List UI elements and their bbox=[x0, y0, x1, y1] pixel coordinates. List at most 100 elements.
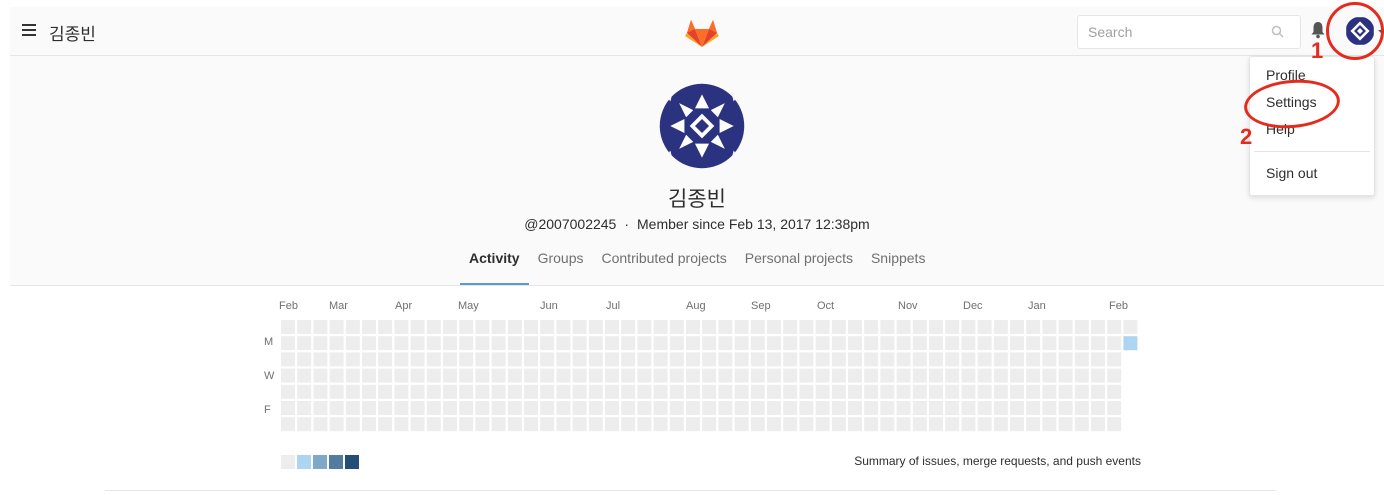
calendar-day-cell[interactable] bbox=[686, 368, 700, 383]
calendar-day-cell[interactable] bbox=[507, 384, 522, 399]
calendar-day-cell[interactable] bbox=[345, 320, 360, 334]
calendar-day-cell[interactable] bbox=[329, 368, 344, 383]
calendar-day-cell[interactable] bbox=[475, 336, 490, 351]
calendar-day-cell[interactable] bbox=[556, 352, 571, 367]
calendar-day-cell[interactable] bbox=[459, 417, 474, 432]
calendar-day-cell[interactable] bbox=[945, 352, 960, 367]
calendar-day-cell[interactable] bbox=[653, 384, 668, 399]
calendar-day-cell[interactable] bbox=[540, 336, 555, 351]
calendar-day-cell[interactable] bbox=[329, 352, 344, 367]
calendar-day-cell[interactable] bbox=[912, 417, 927, 432]
calendar-day-cell[interactable] bbox=[1074, 401, 1089, 415]
calendar-day-cell[interactable] bbox=[831, 368, 846, 383]
calendar-day-cell[interactable] bbox=[977, 336, 992, 351]
calendar-day-cell[interactable] bbox=[734, 401, 749, 415]
calendar-day-cell[interactable] bbox=[637, 320, 652, 334]
calendar-day-cell[interactable] bbox=[896, 401, 911, 415]
calendar-day-cell[interactable] bbox=[718, 417, 733, 432]
calendar-day-cell[interactable] bbox=[1010, 352, 1024, 367]
calendar-day-cell[interactable] bbox=[880, 368, 895, 383]
calendar-day-cell[interactable] bbox=[702, 336, 717, 351]
calendar-day-cell[interactable] bbox=[621, 320, 636, 334]
calendar-day-cell[interactable] bbox=[1042, 384, 1057, 399]
calendar-day-cell[interactable] bbox=[426, 401, 441, 415]
calendar-day-cell[interactable] bbox=[1074, 320, 1089, 334]
calendar-day-cell[interactable] bbox=[459, 336, 474, 351]
calendar-day-cell[interactable] bbox=[491, 384, 506, 399]
calendar-day-cell[interactable] bbox=[572, 384, 587, 399]
calendar-day-cell[interactable] bbox=[572, 417, 587, 432]
calendar-day-cell[interactable] bbox=[329, 384, 344, 399]
calendar-day-cell[interactable] bbox=[734, 336, 749, 351]
calendar-day-cell[interactable] bbox=[378, 384, 393, 399]
calendar-day-cell[interactable] bbox=[491, 352, 506, 367]
calendar-day-cell[interactable] bbox=[669, 336, 684, 351]
calendar-day-cell[interactable] bbox=[799, 368, 814, 383]
calendar-day-cell[interactable] bbox=[475, 352, 490, 367]
calendar-day-cell[interactable] bbox=[345, 368, 360, 383]
calendar-day-cell[interactable] bbox=[799, 401, 814, 415]
calendar-day-cell[interactable] bbox=[864, 384, 879, 399]
calendar-day-cell[interactable] bbox=[1058, 384, 1073, 399]
calendar-day-cell[interactable] bbox=[329, 417, 344, 432]
calendar-day-cell[interactable] bbox=[702, 352, 717, 367]
calendar-day-cell[interactable] bbox=[734, 368, 749, 383]
calendar-day-cell[interactable] bbox=[896, 384, 911, 399]
calendar-day-cell[interactable] bbox=[426, 417, 441, 432]
calendar-day-cell[interactable] bbox=[588, 417, 603, 432]
calendar-day-cell[interactable] bbox=[588, 401, 603, 415]
calendar-day-cell[interactable] bbox=[993, 384, 1008, 399]
calendar-day-cell[interactable] bbox=[767, 336, 781, 351]
calendar-day-cell[interactable] bbox=[443, 336, 457, 351]
calendar-day-cell[interactable] bbox=[750, 368, 765, 383]
calendar-day-cell[interactable] bbox=[637, 401, 652, 415]
calendar-day-cell[interactable] bbox=[297, 368, 312, 383]
calendar-day-cell[interactable] bbox=[831, 336, 846, 351]
calendar-day-cell[interactable] bbox=[912, 320, 927, 334]
calendar-day-cell[interactable] bbox=[394, 320, 409, 334]
calendar-day-cell[interactable] bbox=[961, 384, 976, 399]
calendar-day-cell[interactable] bbox=[929, 352, 943, 367]
calendar-day-cell[interactable] bbox=[815, 417, 830, 432]
calendar-day-cell[interactable] bbox=[621, 368, 636, 383]
calendar-day-cell[interactable] bbox=[880, 401, 895, 415]
calendar-day-cell[interactable] bbox=[637, 336, 652, 351]
calendar-day-cell[interactable] bbox=[783, 352, 798, 367]
calendar-day-cell[interactable] bbox=[669, 384, 684, 399]
calendar-day-cell[interactable] bbox=[783, 368, 798, 383]
calendar-day-cell[interactable] bbox=[686, 352, 700, 367]
calendar-day-cell[interactable] bbox=[281, 384, 295, 399]
calendar-day-cell[interactable] bbox=[1042, 417, 1057, 432]
calendar-day-cell[interactable] bbox=[540, 320, 555, 334]
calendar-day-cell[interactable] bbox=[1091, 401, 1105, 415]
calendar-day-cell[interactable] bbox=[475, 417, 490, 432]
calendar-day-cell[interactable] bbox=[556, 417, 571, 432]
calendar-day-cell[interactable] bbox=[912, 368, 927, 383]
calendar-day-cell[interactable] bbox=[653, 320, 668, 334]
calendar-day-cell[interactable] bbox=[459, 352, 474, 367]
calendar-day-cell[interactable] bbox=[1026, 368, 1041, 383]
calendar-day-cell[interactable] bbox=[1026, 336, 1041, 351]
calendar-day-cell[interactable] bbox=[750, 401, 765, 415]
calendar-day-cell[interactable] bbox=[961, 368, 976, 383]
calendar-day-cell[interactable] bbox=[702, 320, 717, 334]
calendar-day-cell[interactable] bbox=[572, 320, 587, 334]
calendar-day-cell[interactable] bbox=[815, 352, 830, 367]
calendar-day-cell[interactable] bbox=[653, 401, 668, 415]
calendar-day-cell[interactable] bbox=[1107, 417, 1122, 432]
calendar-day-cell[interactable] bbox=[443, 417, 457, 432]
calendar-day-cell[interactable] bbox=[1042, 320, 1057, 334]
calendar-day-cell[interactable] bbox=[977, 368, 992, 383]
calendar-day-cell[interactable] bbox=[507, 352, 522, 367]
calendar-day-cell[interactable] bbox=[977, 401, 992, 415]
calendar-day-cell[interactable] bbox=[767, 401, 781, 415]
calendar-day-cell[interactable] bbox=[993, 320, 1008, 334]
calendar-day-cell[interactable] bbox=[1058, 368, 1073, 383]
tab-groups[interactable]: Groups bbox=[529, 246, 593, 285]
calendar-day-cell[interactable] bbox=[831, 384, 846, 399]
calendar-day-cell[interactable] bbox=[362, 336, 376, 351]
calendar-day-cell[interactable] bbox=[702, 417, 717, 432]
calendar-day-cell[interactable] bbox=[912, 384, 927, 399]
calendar-day-cell[interactable] bbox=[378, 401, 393, 415]
calendar-day-cell[interactable] bbox=[896, 320, 911, 334]
